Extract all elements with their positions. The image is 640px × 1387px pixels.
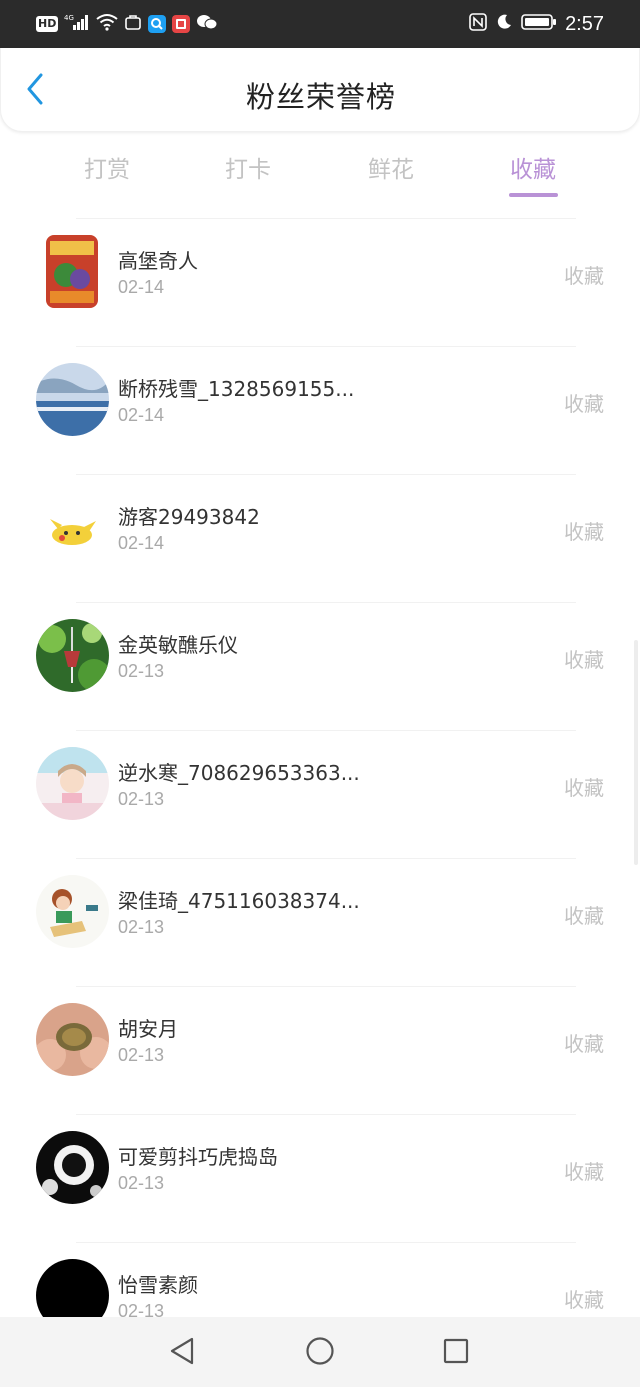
user-name: 怡雪素颜 xyxy=(118,1273,198,1297)
circle-home-icon xyxy=(305,1336,335,1370)
divider xyxy=(76,1114,576,1115)
divider xyxy=(76,602,576,603)
user-name: 游客29493842 xyxy=(118,505,260,529)
status-left-icons: HD 4G xyxy=(36,12,218,36)
user-name: 高堡奇人 xyxy=(118,249,198,273)
list-item[interactable]: 逆水寒_708629653363... 02-13 收藏 xyxy=(0,730,640,858)
user-name: 断桥残雪_1328569155... xyxy=(118,377,355,401)
page-title: 粉丝荣誉榜 xyxy=(245,80,396,114)
tab-checkin[interactable]: 打卡 xyxy=(188,150,308,184)
user-name: 胡安月 xyxy=(118,1017,178,1041)
favorite-label: 收藏 xyxy=(564,1288,604,1312)
user-name: 金英敏醮乐仪 xyxy=(118,633,238,657)
favorite-label: 收藏 xyxy=(564,1032,604,1056)
user-date: 02-14 xyxy=(118,405,165,425)
list-item[interactable]: 可爱剪抖巧虎捣岛 02-13 收藏 xyxy=(0,1114,640,1242)
wechat-icon xyxy=(196,13,218,35)
lake-avatar[interactable] xyxy=(36,363,109,436)
list-item[interactable]: 金英敏醮乐仪 02-13 收藏 xyxy=(0,602,640,730)
tab-flowers[interactable]: 鲜花 xyxy=(331,150,451,184)
list-item[interactable]: 胡安月 02-13 收藏 xyxy=(0,986,640,1114)
divider xyxy=(76,858,576,859)
user-date: 02-13 xyxy=(118,789,165,809)
wifi-icon xyxy=(96,13,118,35)
user-date: 02-13 xyxy=(118,661,165,681)
favorite-label: 收藏 xyxy=(564,776,604,800)
hd-icon: HD xyxy=(36,16,59,32)
reading-girl-avatar[interactable] xyxy=(36,875,109,948)
divider xyxy=(76,474,576,475)
user-name: 逆水寒_708629653363... xyxy=(118,761,360,785)
tab-reward[interactable]: 打赏 xyxy=(47,150,167,184)
list-item[interactable]: 断桥残雪_1328569155... 02-14 收藏 xyxy=(0,346,640,474)
svg-text:4G: 4G xyxy=(64,14,74,22)
bag-icon xyxy=(124,13,142,35)
moon-icon xyxy=(495,13,513,35)
nav-back-button[interactable] xyxy=(166,1337,198,1369)
status-right-icons: 2:57 xyxy=(469,12,604,36)
nfc-icon xyxy=(469,13,487,35)
nav-home-button[interactable] xyxy=(304,1337,336,1369)
user-date: 02-13 xyxy=(118,917,165,937)
battery-icon xyxy=(521,13,557,35)
user-name: 可爱剪抖巧虎捣岛 xyxy=(118,1145,278,1169)
search-app-icon xyxy=(148,15,167,33)
tab-bar: 打赏 打卡 鲜花 收藏 xyxy=(0,140,640,204)
system-nav-bar xyxy=(0,1317,640,1387)
list-item[interactable]: 游客29493842 02-14 收藏 xyxy=(0,474,640,602)
status-bar: HD 4G 2:57 xyxy=(0,0,640,48)
user-date: 02-14 xyxy=(118,277,165,297)
book-cover-avatar[interactable] xyxy=(46,235,98,308)
red-app-icon xyxy=(172,15,191,33)
favorite-label: 收藏 xyxy=(564,904,604,928)
header: 粉丝荣誉榜 xyxy=(0,48,640,132)
favorite-label: 收藏 xyxy=(564,648,604,672)
user-date: 02-14 xyxy=(118,533,165,553)
triangle-back-icon xyxy=(168,1336,196,1370)
tab-favorites[interactable]: 收藏 xyxy=(473,150,593,184)
divider xyxy=(76,986,576,987)
windchime-avatar[interactable] xyxy=(36,619,109,692)
scrollbar[interactable] xyxy=(634,640,638,865)
nav-recents-button[interactable] xyxy=(440,1337,472,1369)
list-item[interactable]: 梁佳琦_475116038374... 02-13 收藏 xyxy=(0,858,640,986)
divider xyxy=(76,346,576,347)
fan-list: 高堡奇人 02-14 收藏 断桥残雪_1328569155... 02-14 收… xyxy=(0,218,640,1370)
user-date: 02-13 xyxy=(118,1173,165,1193)
divider xyxy=(76,730,576,731)
clock: 2:57 xyxy=(565,12,604,35)
favorite-label: 收藏 xyxy=(564,264,604,288)
favorite-label: 收藏 xyxy=(564,392,604,416)
list-item[interactable]: 高堡奇人 02-14 收藏 xyxy=(0,218,640,346)
pikachu-avatar[interactable] xyxy=(36,491,109,564)
divider xyxy=(76,1242,576,1243)
signal-icon: 4G xyxy=(64,13,90,35)
user-date: 02-13 xyxy=(118,1045,165,1065)
user-name: 梁佳琦_475116038374... xyxy=(118,889,360,913)
square-recents-icon xyxy=(442,1337,470,1369)
anime-girl-avatar[interactable] xyxy=(36,747,109,820)
favorite-label: 收藏 xyxy=(564,1160,604,1184)
favorite-label: 收藏 xyxy=(564,520,604,544)
active-tab-indicator xyxy=(509,193,558,197)
turtle-avatar[interactable] xyxy=(36,1003,109,1076)
bw-animal-avatar[interactable] xyxy=(36,1131,109,1204)
divider xyxy=(76,218,576,219)
